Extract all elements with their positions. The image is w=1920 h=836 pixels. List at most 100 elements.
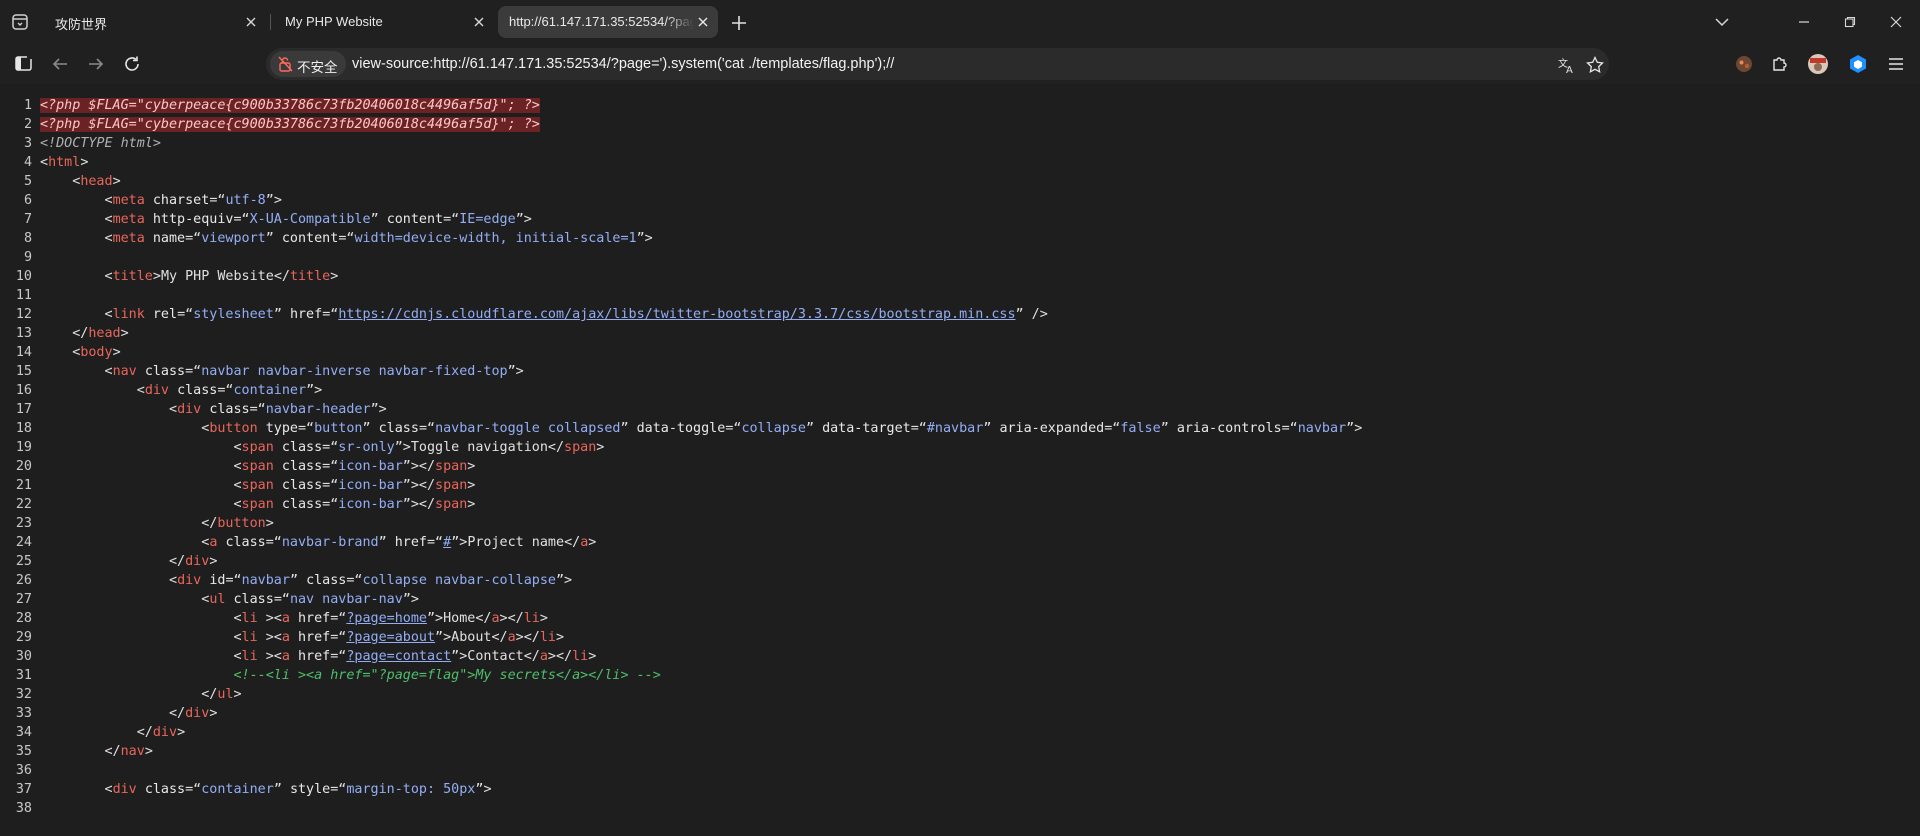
attr-name: aria-controls [1176,421,1282,436]
extension-cube-icon[interactable] [1846,52,1870,76]
line-code: <head> [72,174,121,189]
source-link[interactable]: # [443,535,451,550]
minimize-icon[interactable] [1792,11,1816,33]
source-line: 23 </button> [0,514,274,533]
attr-value: stylesheet [193,307,274,322]
source-line: 7 <meta http-equiv=“X-UA-Compatible” con… [0,210,532,229]
attr-name: href [297,649,331,664]
attr-name: class [378,421,419,436]
attr-name: rel [152,307,178,322]
sidebar-toggle-icon[interactable] [12,52,36,76]
tag-name: li [241,611,258,626]
line-code: <meta charset=“utf-8”> [104,193,282,208]
puzzle-icon[interactable] [1768,52,1792,76]
attr-value: button [314,421,363,436]
line-code: <span class=“icon-bar”></span> [233,478,476,493]
attr-name: href [289,307,323,322]
attr-name: data-toggle [636,421,726,436]
tag-name: li [241,630,258,645]
reload-icon[interactable] [120,52,144,76]
line-number: 27 [15,592,32,607]
close-icon[interactable] [694,13,712,31]
address-bar[interactable]: 不安全 view-source:http://61.147.171.35:525… [266,48,1609,80]
line-code: <html> [40,155,89,170]
tag-text: Home [443,611,476,626]
tab-my-php-website[interactable]: My PHP Website [274,6,494,38]
source-line: 18 <button type=“button” class=“navbar-t… [0,419,1362,438]
line-number: 11 [15,288,32,303]
attr-value: navbar [241,573,290,588]
attr-value: navbar [1297,421,1347,436]
tag-name: span [241,440,274,455]
profile-avatar-icon[interactable] [1806,52,1830,76]
source-link[interactable]: https://cdnjs.cloudflare.com/ajax/libs/t… [338,307,1015,322]
tag-name: span [564,440,597,455]
tag-name: span [435,497,468,512]
line-code: </button> [201,516,274,531]
close-icon[interactable] [242,13,260,31]
restore-icon[interactable] [1838,11,1862,33]
line-code: <link rel=“stylesheet” href=“https://cdn… [104,307,1048,322]
source-line: 12 <link rel=“stylesheet” href=“https://… [0,305,1048,324]
line-number: 31 [15,668,32,683]
attr-value: false [1120,421,1161,436]
attr-name: class [281,440,323,455]
tag-text: Toggle navigation [410,440,548,455]
line-number: 10 [15,269,32,284]
php-flag-highlight: <?php $FLAG="cyberpeace{c900b33786c73fb2… [40,117,540,132]
security-chip[interactable]: 不安全 [270,51,346,77]
tab-gongfang[interactable]: 攻防世界 [44,6,266,38]
tab-list-chevron-down-icon[interactable] [1710,11,1734,33]
tag-name: div [177,402,202,417]
tag-text: Project name [467,535,565,550]
source-line: 38 [0,799,40,818]
attr-name: class [306,573,347,588]
forward-arrow-icon[interactable] [84,52,108,76]
attr-value: nav navbar-nav [289,592,403,607]
source-line: 26 <div id=“navbar” class=“collapse navb… [0,571,572,590]
tab-view-source-active[interactable]: http://61.147.171.35:52534/?page=') [498,6,718,38]
tag-name: nav [120,744,145,759]
source-line: 19 <span class=“sr-only”>Toggle navigati… [0,438,604,457]
source-link[interactable]: ?page=about [346,630,435,645]
more-vertical-icon[interactable] [1884,52,1908,76]
close-icon[interactable] [470,13,488,31]
tag-name: a [507,630,516,645]
attr-name: class [177,383,218,398]
tag-name: li [523,611,540,626]
new-tab-icon[interactable] [728,12,750,34]
source-link[interactable]: ?page=home [346,611,427,626]
attr-value: sr-only [338,440,395,455]
line-code: <div id=“navbar” class=“collapse navbar-… [169,573,573,588]
url-text[interactable]: view-source:http://61.147.171.35:52534/?… [352,56,894,72]
translate-icon[interactable]: 文A [1556,54,1578,76]
attr-name: class [225,535,266,550]
attr-name: type [265,421,298,436]
line-code: <span class=“sr-only”>Toggle navigation<… [233,440,605,455]
source-line: 2 <?php $FLAG="cyberpeace{c900b33786c73fb… [0,115,540,134]
source-line: 4 <html> [0,153,88,172]
attr-value: margin-top: 50px [346,782,476,797]
source-line: 15 <nav class=“navbar navbar-inverse nav… [0,362,524,381]
star-icon[interactable] [1584,54,1606,76]
attr-name: name [152,231,186,246]
attr-value: width=device-width, initial-scale=1 [354,231,637,246]
source-link[interactable]: ?page=contact [346,649,451,664]
line-code: <body> [72,345,121,360]
tab-search-icon[interactable] [8,10,32,34]
extension-avatar-icon[interactable] [1732,52,1756,76]
attr-name: class [144,782,186,797]
line-code: <?php $FLAG="cyberpeace{c900b33786c73fb2… [40,117,540,132]
tag-name: span [435,478,468,493]
attr-name: http-equiv [152,212,234,227]
line-code: <a class=“navbar-brand” href=“#”>Project… [201,535,597,550]
tag-name: div [144,383,169,398]
source-line: 37 <div class=“container” style=“margin-… [0,780,492,799]
tab-title: 攻防世界 [55,17,108,32]
back-arrow-icon[interactable] [48,52,72,76]
tag-text: My PHP Website [160,269,274,284]
line-number: 14 [15,345,32,360]
tag-name: div [177,573,202,588]
attr-value: navbar-brand [281,535,379,550]
window-close-icon[interactable] [1884,11,1908,33]
